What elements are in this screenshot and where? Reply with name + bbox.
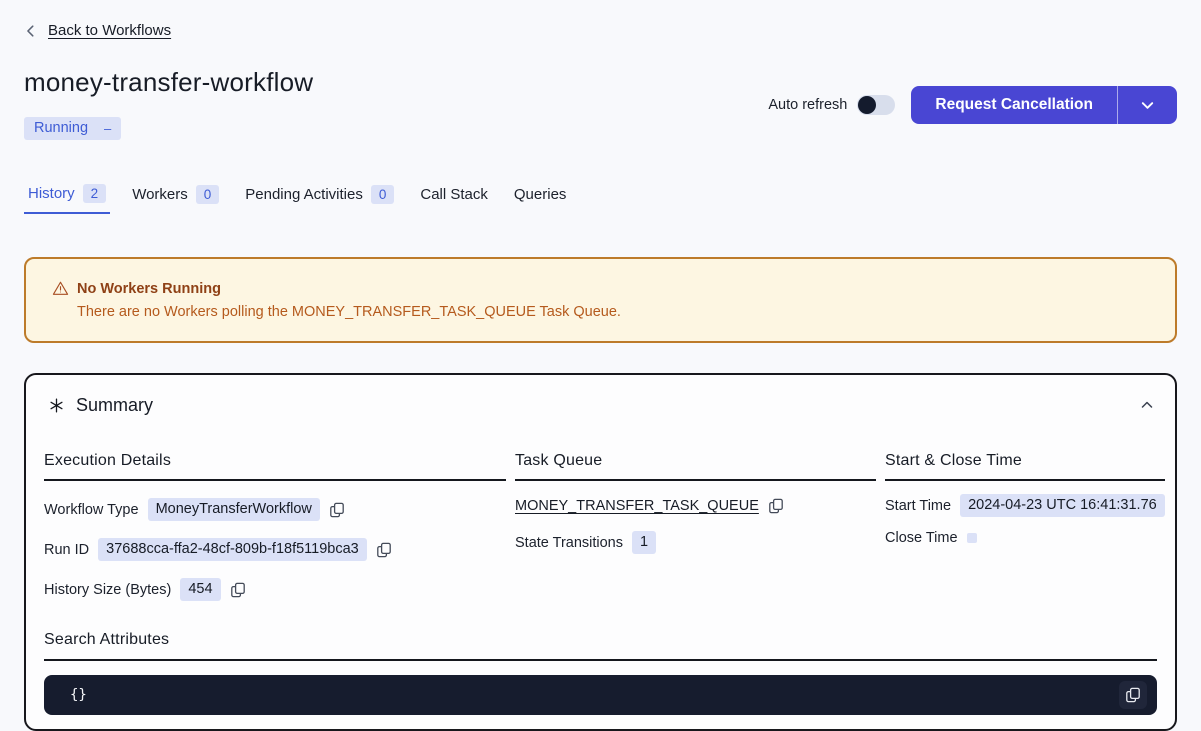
tab-pending-activities[interactable]: Pending Activities 0 <box>241 180 398 214</box>
execution-details-heading: Execution Details <box>44 452 506 481</box>
copy-icon <box>230 582 246 598</box>
search-attributes-heading: Search Attributes <box>44 631 1157 661</box>
state-transitions-value: 1 <box>632 531 656 554</box>
status-badge-duration: – <box>104 121 111 136</box>
collapse-summary-button[interactable] <box>1139 397 1155 413</box>
warning-triangle-icon <box>52 280 69 297</box>
workflow-detail-page: Back to Workflows money-transfer-workflo… <box>0 0 1201 731</box>
copy-task-queue-button[interactable] <box>768 498 784 514</box>
tab-bar: History 2 Workers 0 Pending Activities 0… <box>24 180 1177 214</box>
task-queue-link[interactable]: MONEY_TRANSFER_TASK_QUEUE <box>515 498 759 514</box>
task-queue-heading: Task Queue <box>515 452 876 481</box>
banner-title-row: No Workers Running <box>52 280 1149 297</box>
status-badge-label: Running <box>34 120 88 136</box>
tab-label: Workers <box>132 186 188 203</box>
summary-card-header: Summary <box>44 395 1157 416</box>
history-size-value: 454 <box>180 578 220 601</box>
copy-search-attributes-button[interactable] <box>1119 681 1147 709</box>
start-time-label: Start Time <box>885 498 951 514</box>
back-navigation: Back to Workflows <box>24 0 1177 39</box>
search-attributes-code-block: {} <box>44 675 1157 715</box>
state-transitions-label: State Transitions <box>515 535 623 551</box>
summary-grid: Execution Details Workflow Type MoneyTra… <box>44 452 1157 601</box>
request-cancellation-split-button: Request Cancellation <box>911 86 1177 124</box>
copy-icon <box>768 498 784 514</box>
asterisk-icon <box>48 397 65 414</box>
tab-label: History <box>28 185 75 202</box>
chevron-down-icon <box>1140 98 1155 113</box>
tab-call-stack[interactable]: Call Stack <box>416 180 492 214</box>
tab-label: Queries <box>514 186 567 203</box>
copy-icon <box>1125 687 1141 703</box>
chevron-left-icon[interactable] <box>24 24 38 38</box>
history-size-row: History Size (Bytes) 454 <box>44 578 506 601</box>
request-cancellation-button[interactable]: Request Cancellation <box>911 86 1117 124</box>
state-transitions-row: State Transitions 1 <box>515 531 876 554</box>
close-time-empty-badge <box>967 533 977 543</box>
tab-count-badge: 0 <box>196 185 220 204</box>
chevron-up-icon <box>1139 397 1155 413</box>
time-heading: Start & Close Time <box>885 452 1165 481</box>
summary-title: Summary <box>76 395 153 416</box>
header-controls: Auto refresh Request Cancellation <box>768 86 1177 124</box>
start-time-value: 2024-04-23 UTC 16:41:31.76 <box>960 494 1165 517</box>
tab-label: Call Stack <box>420 186 488 203</box>
copy-history-size-button[interactable] <box>230 582 246 598</box>
tab-queries[interactable]: Queries <box>510 180 571 214</box>
tab-label: Pending Activities <box>245 186 363 203</box>
close-time-label: Close Time <box>885 530 958 546</box>
summary-card: Summary Execution Details Workflow Type … <box>24 373 1177 731</box>
run-id-value: 37688cca-ffa2-48cf-809b-f18f5119bca3 <box>98 538 367 561</box>
close-time-row: Close Time <box>885 530 1165 546</box>
tab-count-badge: 2 <box>83 184 107 203</box>
execution-details-column: Execution Details Workflow Type MoneyTra… <box>44 452 506 601</box>
auto-refresh-label: Auto refresh <box>768 97 847 113</box>
tab-workers[interactable]: Workers 0 <box>128 180 223 214</box>
workflow-type-value: MoneyTransferWorkflow <box>148 498 320 521</box>
banner-message: There are no Workers polling the MONEY_T… <box>77 304 1149 320</box>
task-queue-link-row: MONEY_TRANSFER_TASK_QUEUE <box>515 498 876 514</box>
copy-run-id-button[interactable] <box>376 542 392 558</box>
toggle-knob <box>858 96 876 114</box>
auto-refresh-control: Auto refresh <box>768 95 895 115</box>
time-column: Start & Close Time Start Time 2024-04-23… <box>885 452 1165 601</box>
workflow-type-label: Workflow Type <box>44 502 139 518</box>
copy-icon <box>329 502 345 518</box>
history-size-label: History Size (Bytes) <box>44 582 171 598</box>
cancellation-options-dropdown-button[interactable] <box>1118 86 1177 124</box>
status-badge: Running – <box>24 117 121 140</box>
search-attributes-json: {} <box>70 687 1119 703</box>
start-time-row: Start Time 2024-04-23 UTC 16:41:31.76 <box>885 494 1165 517</box>
run-id-row: Run ID 37688cca-ffa2-48cf-809b-f18f5119b… <box>44 538 506 561</box>
task-queue-column: Task Queue MONEY_TRANSFER_TASK_QUEUE Sta… <box>515 452 876 601</box>
tab-count-badge: 0 <box>371 185 395 204</box>
copy-icon <box>376 542 392 558</box>
back-to-workflows-link[interactable]: Back to Workflows <box>48 22 171 39</box>
tab-history[interactable]: History 2 <box>24 180 110 214</box>
workflow-type-row: Workflow Type MoneyTransferWorkflow <box>44 498 506 521</box>
copy-workflow-type-button[interactable] <box>329 502 345 518</box>
no-workers-warning-banner: No Workers Running There are no Workers … <box>24 257 1177 343</box>
run-id-label: Run ID <box>44 542 89 558</box>
auto-refresh-toggle[interactable] <box>857 95 895 115</box>
banner-title: No Workers Running <box>77 281 221 297</box>
